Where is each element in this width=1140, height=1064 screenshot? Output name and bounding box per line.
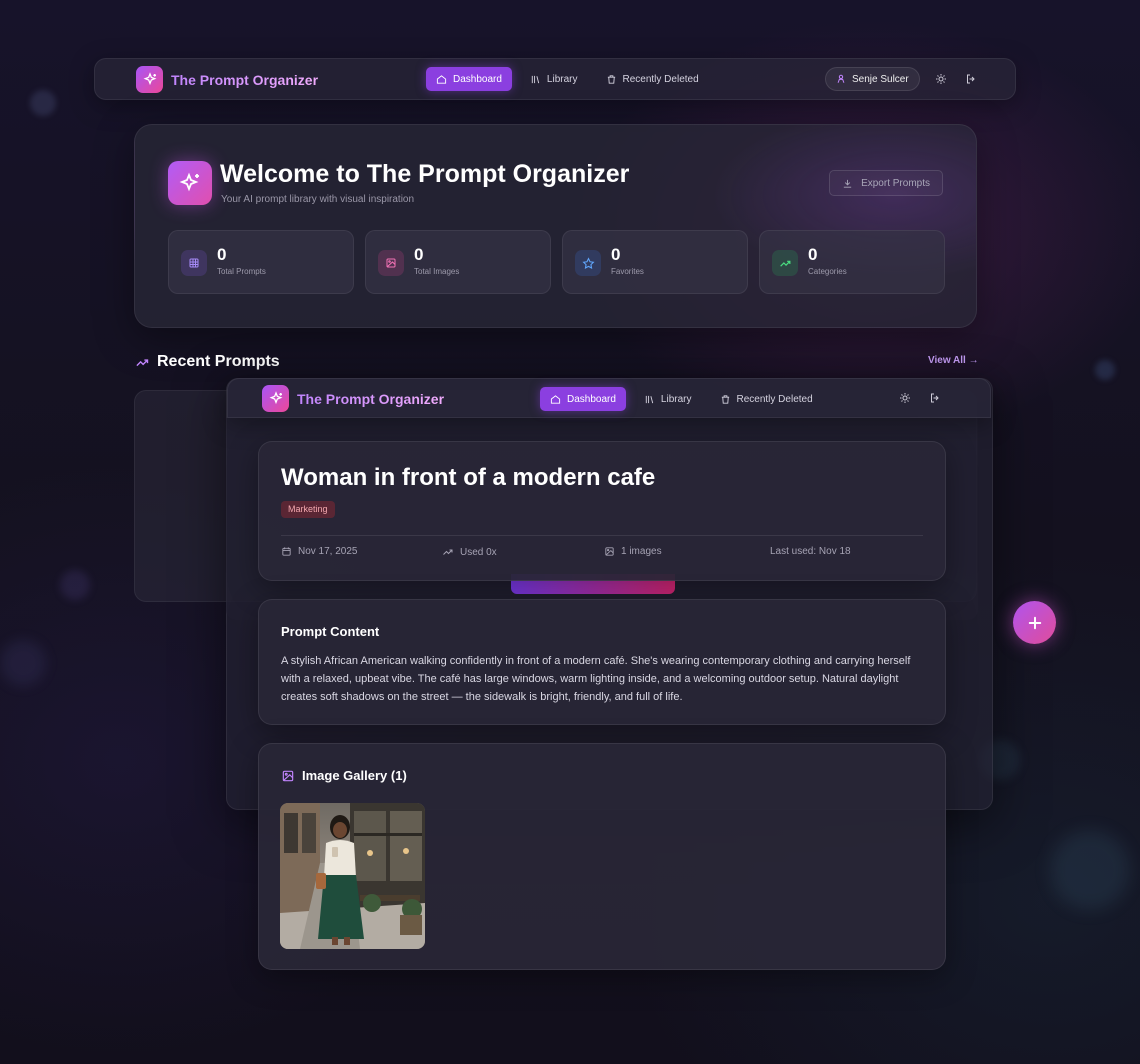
export-prompts-button[interactable]: Export Prompts	[829, 170, 943, 196]
stat-value: 0	[217, 245, 227, 264]
stat-label: Total Images	[414, 267, 460, 276]
home-icon	[550, 394, 561, 404]
background-bokeh	[1095, 360, 1115, 380]
image-count: 1 images	[621, 546, 662, 557]
recent-prompts-heading: Recent Prompts	[135, 353, 280, 371]
stat-label: Categories	[808, 267, 847, 276]
nav-dashboard[interactable]: Dashboard	[426, 67, 512, 91]
nav-dashboard[interactable]: Dashboard	[540, 387, 626, 411]
prompt-content-heading: Prompt Content	[281, 624, 379, 639]
background-bokeh	[60, 570, 90, 600]
background-bokeh	[30, 90, 56, 116]
used-count: Used 0x	[460, 546, 497, 558]
brand-name: The Prompt Organizer	[171, 71, 319, 88]
overlay-brand[interactable]: The Prompt Organizer	[262, 385, 444, 412]
stat-value: 0	[611, 245, 621, 264]
view-all-link[interactable]: View All →	[928, 355, 979, 366]
logout-icon[interactable]	[926, 389, 944, 407]
prompt-header-card: Woman in front of a modern cafe Marketin…	[258, 441, 946, 581]
welcome-title: Welcome to The Prompt Organizer	[220, 160, 630, 188]
stat-card-total-images: 0 Total Images	[365, 230, 551, 294]
meta-used: Used 0x	[442, 546, 497, 558]
grid-icon	[181, 250, 207, 276]
welcome-panel: Welcome to The Prompt Organizer Your AI …	[134, 124, 977, 328]
last-used: Last used: Nov 18	[770, 546, 851, 557]
brand-name: The Prompt Organizer	[297, 390, 445, 407]
meta-images: 1 images	[604, 546, 662, 557]
category-tag[interactable]: Marketing	[281, 501, 335, 518]
add-prompt-button[interactable]	[1013, 601, 1056, 644]
recent-prompts-title: Recent Prompts	[157, 353, 280, 370]
divider	[281, 535, 923, 536]
theme-toggle-sun-icon[interactable]	[896, 389, 914, 407]
library-icon	[531, 75, 540, 83]
trend-icon	[443, 549, 453, 555]
gallery-thumbnail[interactable]	[280, 803, 425, 949]
trend-icon	[136, 358, 149, 366]
plus-icon	[1028, 616, 1041, 629]
sparkle-logo-icon	[262, 385, 289, 412]
stats-row: 0 Total Prompts 0 Total Images 0 Favorit…	[168, 230, 945, 294]
download-icon	[843, 179, 852, 188]
brand[interactable]: The Prompt Organizer	[136, 66, 318, 93]
nav-recently-deleted-label: Recently Deleted	[736, 393, 813, 405]
created-date: Nov 17, 2025	[298, 546, 358, 557]
nav-dashboard-label: Dashboard	[567, 393, 616, 405]
nav-recently-deleted[interactable]: Recently Deleted	[596, 67, 709, 91]
trash-icon	[607, 74, 615, 84]
nav-library[interactable]: Library	[520, 67, 588, 91]
sparkle-logo-icon	[136, 66, 163, 93]
prompt-content-text: A stylish African American walking confi…	[281, 655, 911, 703]
user-menu[interactable]: Senje Sulcer	[825, 67, 920, 91]
export-label: Export Prompts	[861, 177, 930, 189]
image-icon	[605, 547, 614, 556]
image-gallery-title: Image Gallery (1)	[302, 768, 407, 783]
logout-icon[interactable]	[962, 70, 980, 88]
stat-value: 0	[808, 245, 818, 264]
stat-value: 0	[414, 245, 424, 264]
library-icon	[645, 395, 654, 403]
prompt-content-card: Prompt Content A stylish African America…	[258, 599, 946, 725]
user-name: Senje Sulcer	[852, 73, 909, 85]
nav-library-label: Library	[660, 393, 692, 405]
image-gallery-heading: Image Gallery (1)	[281, 768, 407, 783]
star-icon	[575, 250, 601, 276]
nav-library[interactable]: Library	[634, 387, 702, 411]
home-icon	[436, 74, 447, 84]
stat-card-total-prompts: 0 Total Prompts	[168, 230, 354, 294]
nav-dashboard-label: Dashboard	[453, 73, 502, 85]
stat-label: Favorites	[611, 267, 644, 276]
sparkle-logo-icon	[168, 161, 212, 205]
nav-library-label: Library	[546, 73, 578, 85]
welcome-subtitle: Your AI prompt library with visual inspi…	[221, 194, 415, 205]
prompt-content-title: Prompt Content	[281, 624, 380, 639]
nav-recently-deleted-label: Recently Deleted	[622, 73, 699, 85]
nav-recently-deleted[interactable]: Recently Deleted	[710, 387, 823, 411]
user-icon	[837, 74, 845, 83]
theme-toggle-sun-icon[interactable]	[932, 70, 950, 88]
background-bokeh	[1050, 830, 1130, 910]
stat-card-favorites: 0 Favorites	[562, 230, 748, 294]
overlay-navbar: The Prompt Organizer Dashboard Library R…	[227, 378, 991, 418]
top-navbar: The Prompt Organizer Dashboard Library R…	[94, 58, 1016, 100]
prompt-title: Woman in front of a modern cafe	[281, 464, 656, 491]
trend-icon	[772, 250, 798, 276]
cafe-woman-photo	[280, 803, 425, 949]
meta-created: Nov 17, 2025	[281, 546, 358, 557]
trash-icon	[721, 394, 729, 404]
meta-last-used: Last used: Nov 18	[770, 546, 851, 557]
stat-label: Total Prompts	[217, 267, 266, 276]
image-gallery-card: Image Gallery (1)	[258, 743, 946, 970]
stat-card-categories: 0 Categories	[759, 230, 945, 294]
image-icon	[378, 250, 404, 276]
image-icon	[282, 770, 294, 781]
calendar-icon	[282, 547, 291, 556]
background-bokeh	[0, 640, 46, 686]
